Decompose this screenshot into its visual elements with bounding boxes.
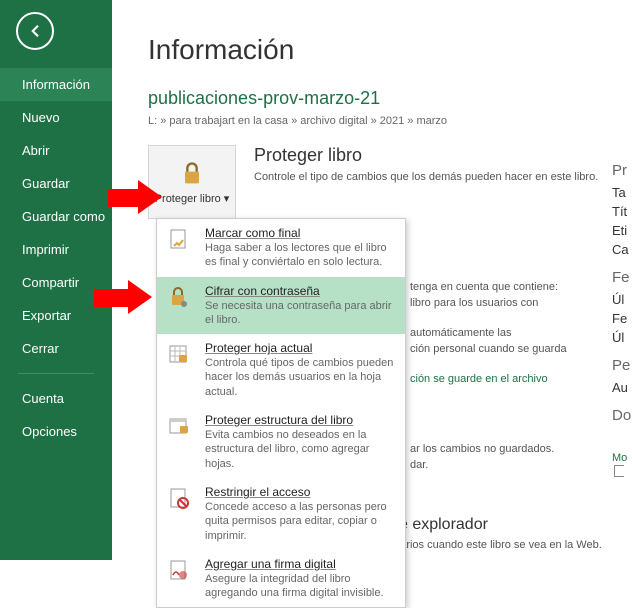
- workbook-lock-icon: [167, 415, 191, 439]
- menu-desc: Haga saber a los lectores que el libro e…: [205, 241, 395, 270]
- props-header: Pe: [612, 357, 632, 374]
- menu-title: Restringir el acceso: [205, 485, 395, 499]
- manage-fragment-2: ción personal cuando se guarda: [410, 342, 610, 358]
- menu-desc: Controla qué tipos de cambios pueden hac…: [205, 356, 395, 399]
- sidebar-item-nuevo[interactable]: Nuevo: [0, 101, 112, 134]
- props-row: Úl: [612, 292, 632, 307]
- props-row: Ta: [612, 185, 632, 200]
- menu-desc: Se necesita una contraseña para abrir el…: [205, 299, 395, 328]
- props-header: Do: [612, 407, 632, 424]
- props-row: Úl: [612, 330, 632, 345]
- sidebar-item-guardar-como[interactable]: Guardar como: [0, 200, 112, 233]
- sidebar-item-cuenta[interactable]: Cuenta: [0, 382, 112, 415]
- protect-section: Proteger libro ▾ Proteger libro Controle…: [148, 145, 632, 219]
- restrict-icon: [167, 487, 191, 511]
- signature-icon: [167, 559, 191, 583]
- sidebar-item-imprimir[interactable]: Imprimir: [0, 233, 112, 266]
- inspect-fragment-2: libro para los usuarios con: [410, 296, 610, 312]
- menu-title: Proteger estructura del libro: [205, 413, 395, 427]
- props-row: Tít: [612, 204, 632, 219]
- menu-desc: Concede acceso a las personas pero quita…: [205, 500, 395, 543]
- menu-title: Proteger hoja actual: [205, 341, 395, 355]
- props-header: Pr: [612, 162, 632, 179]
- sidebar-item-cerrar[interactable]: Cerrar: [0, 332, 112, 365]
- sidebar-item-abrir[interactable]: Abrir: [0, 134, 112, 167]
- unsaved-fragment-1: ar los cambios no guardados.: [410, 442, 610, 458]
- props-header: Fe: [612, 269, 632, 286]
- arrow-left-icon: [26, 22, 44, 40]
- unsaved-fragment-2: dar.: [410, 458, 610, 474]
- breadcrumb: L: » para trabajart en la casa » archivo…: [148, 115, 632, 127]
- protect-workbook-menu: Marcar como finalHaga saber a los lector…: [156, 218, 406, 608]
- menu-proteger-estructura[interactable]: Proteger estructura del libroEvita cambi…: [157, 406, 405, 478]
- menu-desc: Asegure la integridad del libro agregand…: [205, 572, 395, 601]
- sidebar-item-opciones[interactable]: Opciones: [0, 415, 112, 448]
- manage-fragment-1: automáticamente las: [410, 326, 610, 342]
- document-final-icon: [167, 228, 191, 252]
- protect-title: Proteger libro: [254, 145, 622, 166]
- inspect-fragment-1: tenga en cuenta que contiene:: [410, 280, 610, 296]
- document-name: publicaciones-prov-marzo-21: [148, 88, 632, 109]
- menu-marcar-como-final[interactable]: Marcar como finalHaga saber a los lector…: [157, 219, 405, 277]
- sheet-lock-icon: [167, 343, 191, 367]
- props-row: Au: [612, 380, 632, 395]
- protect-desc: Controle el tipo de cambios que los demá…: [254, 170, 622, 185]
- menu-title: Agregar una firma digital: [205, 557, 395, 571]
- checkbox-fragment[interactable]: [614, 465, 624, 477]
- protect-button-label: Proteger libro ▾: [155, 192, 230, 205]
- lock-key-icon: [167, 286, 191, 310]
- props-row: Ca: [612, 242, 632, 257]
- props-row: Eti: [612, 223, 632, 238]
- menu-title: Marcar como final: [205, 226, 395, 240]
- menu-proteger-hoja-actual[interactable]: Proteger hoja actualControla qué tipos d…: [157, 334, 405, 406]
- back-button[interactable]: [16, 12, 54, 50]
- page-title: Información: [148, 34, 632, 66]
- backstage-sidebar: Información Nuevo Abrir Guardar Guardar …: [0, 0, 112, 560]
- props-row: Fe: [612, 311, 632, 326]
- menu-title: Cifrar con contraseña: [205, 284, 395, 298]
- manage-fragment-link[interactable]: ción se guarde en el archivo: [410, 372, 610, 388]
- lock-shield-icon: [178, 160, 206, 188]
- sidebar-item-informacion[interactable]: Información: [0, 68, 112, 101]
- sidebar-item-guardar[interactable]: Guardar: [0, 167, 112, 200]
- show-all-props-link[interactable]: Mo: [612, 452, 632, 464]
- menu-cifrar-con-contrasena[interactable]: Cifrar con contraseñaSe necesita una con…: [157, 277, 405, 335]
- menu-firma-digital[interactable]: Agregar una firma digitalAsegure la inte…: [157, 550, 405, 608]
- menu-desc: Evita cambios no deseados en la estructu…: [205, 428, 395, 471]
- menu-restringir-acceso[interactable]: Restringir el accesoConcede acceso a las…: [157, 478, 405, 550]
- sidebar-divider: [18, 373, 94, 374]
